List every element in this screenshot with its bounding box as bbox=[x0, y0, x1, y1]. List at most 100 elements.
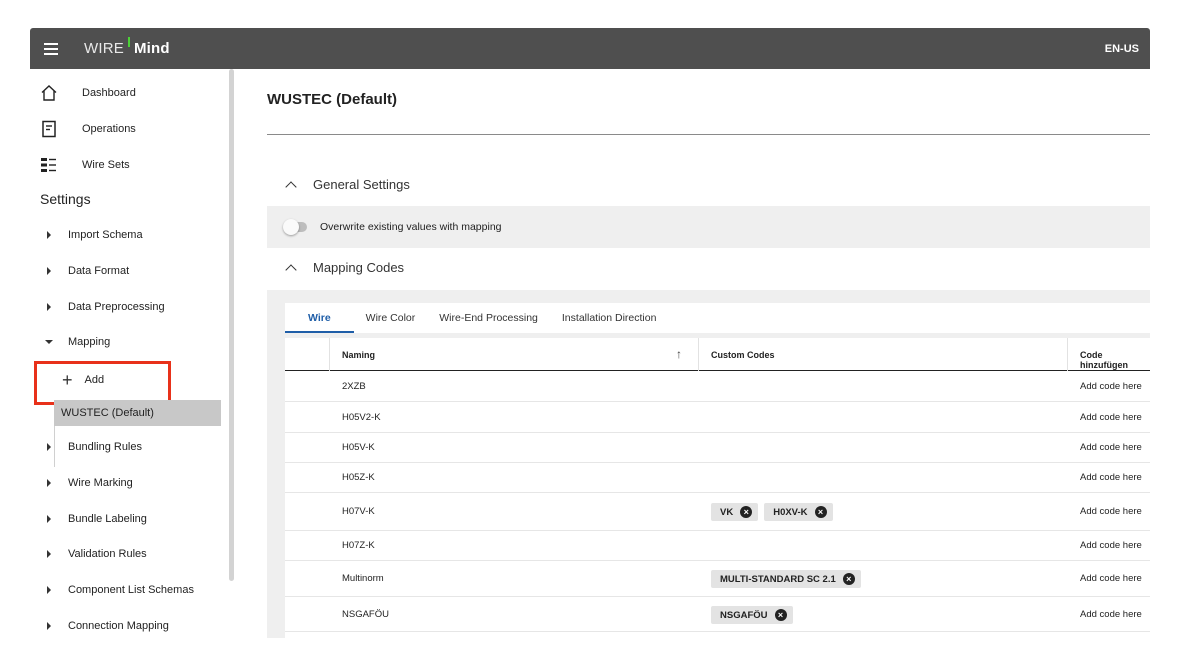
sidebar-item-label: Connection Mapping bbox=[68, 620, 169, 632]
add-label: Add bbox=[84, 374, 105, 386]
custom-codes-cell: NSGAFÖU × bbox=[711, 606, 793, 624]
mapping-tabs: Wire Wire Color Wire-End Processing Inst… bbox=[285, 303, 1150, 333]
column-header-add-code: Code hinzufügen bbox=[1080, 350, 1128, 370]
sidebar-item-label: Bundling Rules bbox=[68, 441, 142, 453]
add-code-input[interactable]: Add code here bbox=[1080, 442, 1142, 453]
plus-icon: + bbox=[62, 369, 73, 390]
caret-right-icon bbox=[47, 515, 51, 523]
caret-right-icon bbox=[47, 586, 51, 594]
naming-cell: NSGAFÖU bbox=[342, 609, 389, 620]
remove-chip-icon[interactable]: × bbox=[814, 506, 827, 518]
add-code-input[interactable]: Add code here bbox=[1080, 540, 1142, 551]
naming-cell: H07Z-K bbox=[342, 540, 375, 551]
caret-right-icon bbox=[47, 622, 51, 630]
naming-cell: H05Z-K bbox=[342, 472, 375, 483]
add-code-input[interactable]: Add code here bbox=[1080, 381, 1142, 392]
column-header-custom-codes: Custom Codes bbox=[711, 350, 775, 360]
sidebar-item-connection-mapping[interactable]: Connection Mapping bbox=[30, 612, 220, 638]
naming-cell: Multinorm bbox=[342, 573, 384, 584]
overwrite-toggle-label: Overwrite existing values with mapping bbox=[320, 221, 502, 233]
remove-chip-icon[interactable]: × bbox=[842, 573, 855, 585]
sidebar-item-label: Import Schema bbox=[68, 229, 143, 241]
remove-chip-icon[interactable]: × bbox=[774, 609, 787, 621]
sort-ascending-icon[interactable]: ↑ bbox=[676, 347, 682, 361]
custom-codes-cell: VK × H0XV-K × bbox=[711, 503, 833, 521]
sidebar-item-label: Data Preprocessing bbox=[68, 301, 165, 313]
brand-text-mind: Mind bbox=[133, 40, 170, 57]
nav-wire-sets[interactable]: Wire Sets bbox=[30, 150, 220, 180]
tab-wire-color[interactable]: Wire Color bbox=[354, 312, 428, 333]
caret-right-icon bbox=[47, 443, 51, 451]
sidebar-scrollbar[interactable] bbox=[229, 69, 234, 581]
mapping-codes-panel: Wire Wire Color Wire-End Processing Inst… bbox=[267, 290, 1150, 638]
table-row: Multinorm MULTI-STANDARD SC 2.1 × Add code … bbox=[285, 561, 1150, 597]
chevron-up-icon bbox=[285, 180, 297, 193]
sidebar-item-bundling-rules[interactable]: Bundling Rules bbox=[30, 433, 220, 461]
caret-right-icon bbox=[47, 231, 51, 239]
sidebar-item-data-format[interactable]: Data Format bbox=[30, 257, 220, 285]
brand-accent-mark bbox=[127, 37, 130, 47]
sidebar-item-bundle-labeling[interactable]: Bundle Labeling bbox=[30, 505, 220, 533]
remove-chip-icon[interactable]: × bbox=[740, 506, 753, 518]
nav-operations[interactable]: Operations bbox=[30, 114, 220, 144]
table-row: H07V-K VK × H0XV-K × Add code here bbox=[285, 493, 1150, 531]
tab-wire-end-processing[interactable]: Wire-End Processing bbox=[427, 312, 550, 333]
caret-right-icon bbox=[47, 303, 51, 311]
code-chip: MULTI-STANDARD SC 2.1 × bbox=[711, 570, 861, 588]
sidebar-item-label: Data Format bbox=[68, 265, 130, 277]
hamburger-menu-icon[interactable] bbox=[32, 28, 70, 69]
add-code-input[interactable]: Add code here bbox=[1080, 412, 1142, 423]
sidebar-item-wire-marking[interactable]: Wire Marking bbox=[30, 469, 220, 497]
nav-dashboard[interactable]: Dashboard bbox=[30, 78, 220, 108]
add-code-input[interactable]: Add code here bbox=[1080, 472, 1142, 483]
mapping-codes-header[interactable]: Mapping Codes bbox=[285, 260, 404, 276]
add-code-input[interactable]: Add code here bbox=[1080, 506, 1142, 517]
custom-codes-cell: MULTI-STANDARD SC 2.1 × bbox=[711, 570, 861, 588]
page-title: WUSTEC (Default) bbox=[267, 91, 397, 108]
mapping-add-button[interactable]: + Add bbox=[54, 366, 104, 394]
table-row: H05V-K Add code here bbox=[285, 433, 1150, 463]
sidebar-item-component-list-schemas[interactable]: Component List Schemas bbox=[30, 576, 220, 604]
code-chip-label: H0XV-K bbox=[773, 506, 808, 518]
table-row: H07Z-K Add code here bbox=[285, 531, 1150, 561]
sidebar-item-mapping[interactable]: Mapping bbox=[30, 328, 220, 356]
app-window: WIRE Mind EN-US Dashboard Operations Wir… bbox=[30, 28, 1150, 638]
sidebar-item-label: Mapping bbox=[68, 336, 111, 348]
mapping-table: Naming ↑ Custom Codes Code hinzufügen 2X… bbox=[285, 338, 1150, 638]
nav-operations-label: Operations bbox=[82, 123, 136, 135]
sidebar-item-label: Bundle Labeling bbox=[68, 513, 147, 525]
general-settings-header[interactable]: General Settings bbox=[285, 177, 410, 193]
tab-wire[interactable]: Wire bbox=[285, 312, 354, 333]
mapping-item-wustec-default[interactable]: WUSTEC (Default) bbox=[54, 400, 221, 426]
list-icon bbox=[40, 155, 58, 175]
brand-logo: WIRE Mind bbox=[84, 37, 170, 57]
sidebar-item-data-preprocessing[interactable]: Data Preprocessing bbox=[30, 293, 220, 321]
brand-text-wire: WIRE bbox=[84, 40, 124, 57]
caret-right-icon bbox=[47, 479, 51, 487]
language-selector[interactable]: EN-US bbox=[1105, 43, 1139, 55]
naming-cell: H07V-K bbox=[342, 506, 375, 517]
title-divider bbox=[267, 134, 1150, 135]
column-header-naming[interactable]: Naming bbox=[342, 350, 375, 360]
tab-installation-direction[interactable]: Installation Direction bbox=[550, 312, 669, 333]
sidebar-item-label: Validation Rules bbox=[68, 548, 147, 560]
add-code-input[interactable]: Add code here bbox=[1080, 609, 1142, 620]
overwrite-toggle[interactable] bbox=[283, 219, 309, 235]
sidebar-item-import-schema[interactable]: Import Schema bbox=[30, 221, 220, 249]
nav-wire-sets-label: Wire Sets bbox=[82, 159, 130, 171]
home-icon bbox=[40, 83, 58, 103]
naming-cell: 2XZB bbox=[342, 381, 366, 392]
sidebar-item-label: Wire Marking bbox=[68, 477, 133, 489]
table-row: H05Z-K Add code here bbox=[285, 463, 1150, 493]
sidebar-item-validation-rules[interactable]: Validation Rules bbox=[30, 540, 220, 568]
table-row: NSGAFÖU NSGAFÖU × Add code here bbox=[285, 597, 1150, 632]
main-content: WUSTEC (Default) General Settings Overwr… bbox=[267, 69, 1150, 638]
code-chip: NSGAFÖU × bbox=[711, 606, 793, 624]
naming-cell: H05V-K bbox=[342, 442, 375, 453]
section-title: General Settings bbox=[313, 177, 410, 192]
top-bar: WIRE Mind EN-US bbox=[30, 28, 1150, 69]
sidebar-item-label: Component List Schemas bbox=[68, 584, 194, 596]
add-code-input[interactable]: Add code here bbox=[1080, 573, 1142, 584]
chevron-up-icon bbox=[285, 263, 297, 276]
code-chip-label: MULTI-STANDARD SC 2.1 bbox=[720, 573, 836, 585]
